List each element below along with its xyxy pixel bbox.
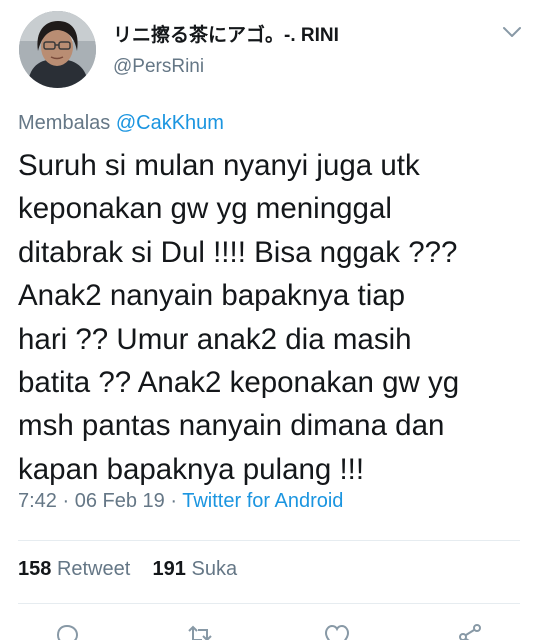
tweet-text: Suruh si mulan nyanyi juga utk keponakan…: [18, 144, 523, 491]
meta-separator: ·: [170, 490, 178, 512]
user-handle[interactable]: @PersRini: [113, 56, 204, 78]
reply-prefix: Membalas: [18, 112, 111, 134]
reply-mention-link[interactable]: @CakKhum: [116, 112, 224, 134]
tweet-line: hari ?? Umur anak2 dia masih: [18, 322, 412, 356]
tweet-time: 7:42: [18, 490, 57, 512]
tweet-line: msh pantas nanyain dimana dan: [18, 409, 445, 443]
tweet-source-link[interactable]: Twitter for Android: [182, 490, 343, 512]
action-bar: [0, 622, 538, 640]
tweet-date: 06 Feb 19: [74, 490, 165, 512]
tweet-meta: 7:42 · 06 Feb 19 · Twitter for Android: [18, 490, 343, 513]
tweet-line: Anak2 nanyain bapaknya tiap: [18, 279, 406, 313]
divider: [18, 540, 520, 541]
divider: [18, 603, 520, 604]
tweet-line: ditabrak si Dul !!!! Bisa nggak ???: [18, 235, 458, 269]
retweet-stat[interactable]: 158 Retweet: [18, 558, 130, 580]
profile-photo: [19, 11, 96, 88]
like-stat[interactable]: 191 Suka: [153, 558, 238, 580]
like-label: Suka: [191, 558, 238, 580]
like-icon[interactable]: [322, 622, 352, 640]
share-icon[interactable]: [455, 622, 485, 640]
display-name[interactable]: リニ擦る茶にアゴ。-. RINI: [113, 20, 339, 47]
like-count: 191: [152, 558, 186, 580]
tweet-line: keponakan gw yg meninggal: [18, 192, 392, 226]
reply-context: Membalas @CakKhum: [18, 112, 224, 135]
tweet-stats: 158 Retweet 191 Suka: [18, 558, 237, 581]
retweet-count: 158: [18, 558, 52, 580]
meta-separator: ·: [62, 490, 70, 512]
tweet-line: batita ?? Anak2 keponakan gw yg: [18, 366, 460, 400]
tweet-line: Suruh si mulan nyanyi juga utk: [18, 149, 420, 182]
chevron-down-icon[interactable]: [500, 22, 524, 42]
reply-icon[interactable]: [52, 622, 82, 640]
retweet-icon[interactable]: [185, 622, 215, 640]
retweet-label: Retweet: [56, 558, 131, 580]
avatar[interactable]: [19, 11, 96, 88]
tweet-line: kapan bapaknya pulang !!!: [18, 452, 365, 486]
